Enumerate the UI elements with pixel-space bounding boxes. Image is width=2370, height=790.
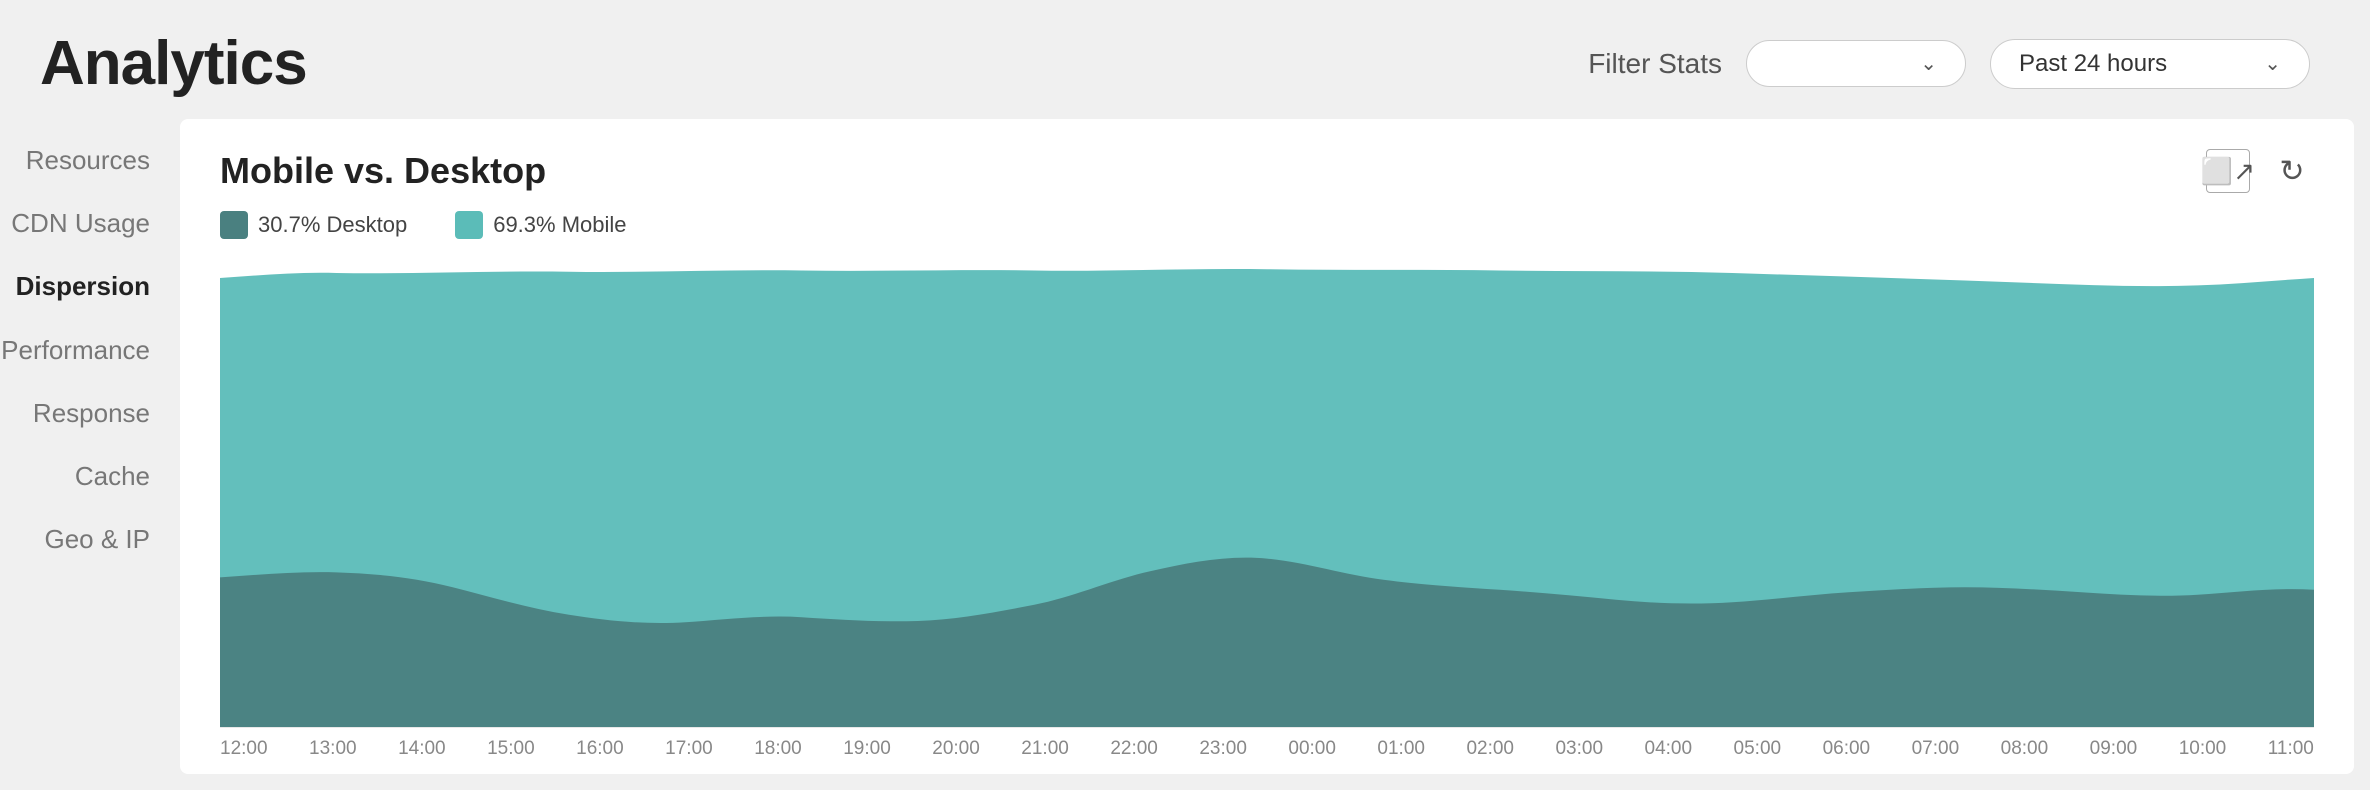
time-label-13: 01:00: [1377, 738, 1425, 760]
header-controls: Filter Stats ⌄ Past 24 hours ⌄: [1588, 39, 2310, 89]
chart-header: Mobile vs. Desktop ⬜↗ ↻: [220, 149, 2314, 193]
time-label-19: 07:00: [1912, 738, 1960, 760]
time-range-value: Past 24 hours: [2019, 50, 2167, 78]
time-label-11: 23:00: [1199, 738, 1247, 760]
time-range-dropdown[interactable]: Past 24 hours ⌄: [1990, 39, 2310, 89]
sidebar-item-geo-ip[interactable]: Geo & IP: [0, 508, 180, 571]
mobile-label: 69.3% Mobile: [493, 212, 626, 238]
time-label-10: 22:00: [1110, 738, 1158, 760]
time-label-20: 08:00: [2001, 738, 2049, 760]
filter-stats-chevron: ⌄: [1920, 51, 1937, 76]
mobile-swatch: [455, 211, 483, 239]
time-label-3: 15:00: [487, 738, 535, 760]
time-label-6: 18:00: [754, 738, 802, 760]
chart-panel: Mobile vs. Desktop ⬜↗ ↻ 30.7% Desktop: [180, 119, 2354, 774]
time-axis: 12:00 13:00 14:00 15:00 16:00 17:00 18:0…: [220, 727, 2314, 774]
page-title: Analytics: [40, 28, 307, 99]
area-chart-svg: [220, 253, 2314, 727]
sidebar-item-response[interactable]: Response: [0, 382, 180, 445]
time-label-12: 00:00: [1288, 738, 1336, 760]
main-content: Resources CDN Usage Dispersion Performan…: [0, 119, 2370, 790]
time-label-8: 20:00: [932, 738, 980, 760]
sidebar-item-performance[interactable]: Performance: [0, 319, 180, 382]
chart-legend: 30.7% Desktop 69.3% Mobile: [220, 211, 2314, 239]
time-label-21: 09:00: [2090, 738, 2138, 760]
time-label-7: 19:00: [843, 738, 891, 760]
time-label-18: 06:00: [1823, 738, 1871, 760]
chart-actions: ⬜↗ ↻: [2206, 149, 2314, 193]
legend-mobile: 69.3% Mobile: [455, 211, 626, 239]
chart-title: Mobile vs. Desktop: [220, 150, 546, 192]
time-label-14: 02:00: [1466, 738, 1514, 760]
refresh-icon: ↻: [2279, 154, 2304, 189]
time-label-15: 03:00: [1555, 738, 1603, 760]
time-label-1: 13:00: [309, 738, 357, 760]
header: Analytics Filter Stats ⌄ Past 24 hours ⌄: [0, 0, 2370, 119]
sidebar-item-cdn-usage[interactable]: CDN Usage: [0, 192, 180, 255]
desktop-swatch: [220, 211, 248, 239]
sidebar: Resources CDN Usage Dispersion Performan…: [0, 119, 180, 790]
time-label-5: 17:00: [665, 738, 713, 760]
chart-area: [220, 253, 2314, 727]
filter-stats-dropdown[interactable]: ⌄: [1746, 40, 1966, 87]
time-label-23: 11:00: [2268, 738, 2314, 760]
export-icon: ⬜↗: [2201, 156, 2255, 187]
time-label-0: 12:00: [220, 738, 268, 760]
filter-stats-label: Filter Stats: [1588, 48, 1722, 80]
time-label-2: 14:00: [398, 738, 446, 760]
export-button[interactable]: ⬜↗: [2206, 149, 2250, 193]
desktop-label: 30.7% Desktop: [258, 212, 407, 238]
sidebar-item-cache[interactable]: Cache: [0, 445, 180, 508]
time-range-chevron: ⌄: [2264, 51, 2281, 76]
time-label-16: 04:00: [1645, 738, 1693, 760]
sidebar-item-resources[interactable]: Resources: [0, 129, 180, 192]
sidebar-item-dispersion[interactable]: Dispersion: [0, 255, 180, 318]
time-label-9: 21:00: [1021, 738, 1069, 760]
time-label-22: 10:00: [2179, 738, 2227, 760]
time-label-4: 16:00: [576, 738, 624, 760]
refresh-button[interactable]: ↻: [2270, 149, 2314, 193]
legend-desktop: 30.7% Desktop: [220, 211, 407, 239]
time-label-17: 05:00: [1734, 738, 1782, 760]
